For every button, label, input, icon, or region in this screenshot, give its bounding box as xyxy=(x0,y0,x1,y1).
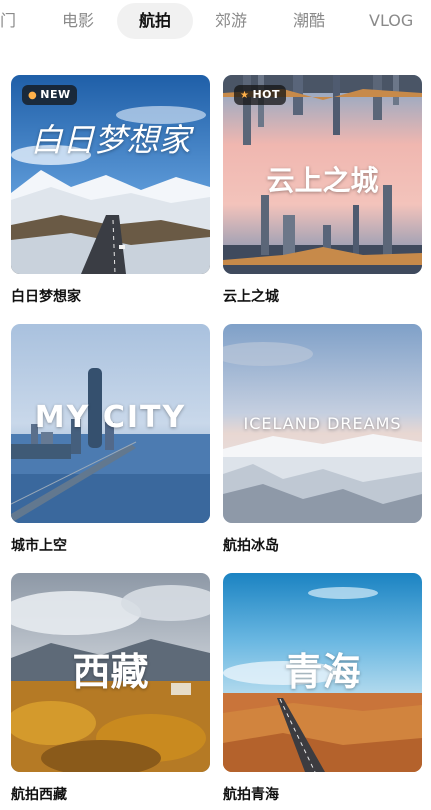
tab-aerial[interactable]: 航拍 xyxy=(117,3,193,39)
template-card-qinghai[interactable]: 青海 xyxy=(223,573,422,772)
tab-outing[interactable]: 郊游 xyxy=(215,3,247,39)
dot-icon: ● xyxy=(28,90,38,101)
badge-label: NEW xyxy=(40,88,71,101)
tab-partial-hot[interactable]: 门 xyxy=(0,3,16,39)
category-tab-bar: 门 电影 航拍 郊游 潮酷 VLOG xyxy=(0,0,431,44)
overlay-title: 云上之城 xyxy=(266,164,379,197)
card-caption: 航拍西藏 xyxy=(11,787,67,803)
overlay-title: MY CITY xyxy=(34,400,187,435)
tab-movie[interactable]: 电影 xyxy=(62,3,94,39)
tab-trendy[interactable]: 潮酷 xyxy=(293,3,325,39)
card-caption: 城市上空 xyxy=(11,538,67,554)
star-icon: ★ xyxy=(240,90,250,101)
new-badge: ● NEW xyxy=(22,85,77,105)
hot-badge: ★ HOT xyxy=(234,85,287,105)
template-card-my-city[interactable]: MY CITY xyxy=(11,324,210,523)
badge-label: HOT xyxy=(252,88,281,101)
card-caption: 航拍冰岛 xyxy=(223,538,279,554)
card-caption: 白日梦想家 xyxy=(11,289,81,305)
tab-vlog[interactable]: VLOG xyxy=(369,3,413,39)
template-card-tibet[interactable]: 西藏 xyxy=(11,573,210,772)
card-caption: 云上之城 xyxy=(223,289,279,305)
overlay-title: 西藏 xyxy=(72,649,149,694)
overlay-title: ICELAND DREAMS xyxy=(243,414,402,433)
overlay-title: 青海 xyxy=(284,649,361,694)
card-caption: 航拍青海 xyxy=(223,787,279,803)
template-card-city-above-clouds[interactable]: ★ HOT 云上之城 xyxy=(223,75,422,274)
template-card-daydreamer[interactable]: ● NEW 白日梦想家 xyxy=(11,75,210,274)
overlay-title: 白日梦想家 xyxy=(30,121,191,159)
template-card-iceland[interactable]: ICELAND DREAMS xyxy=(223,324,422,523)
